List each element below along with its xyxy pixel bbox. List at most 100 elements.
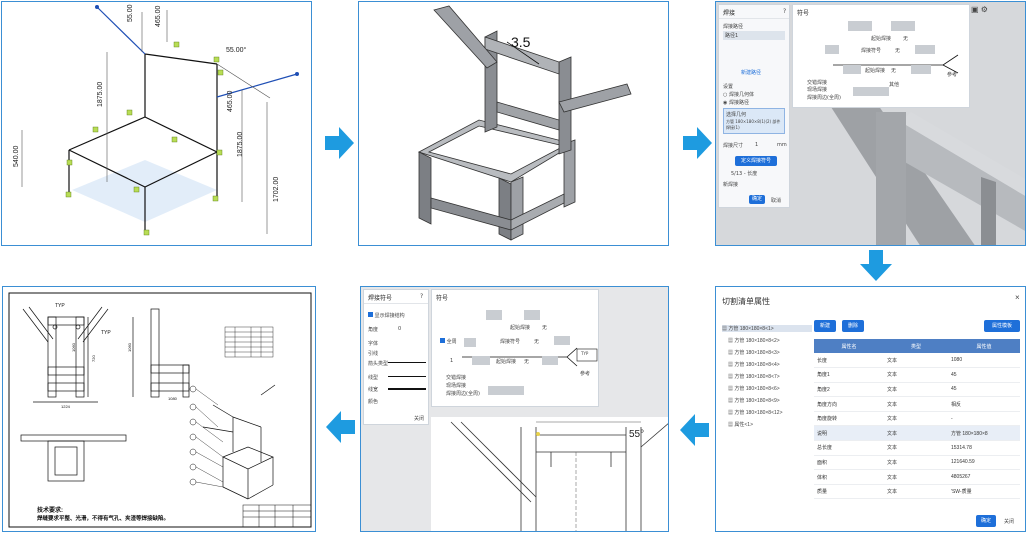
symbol-field[interactable]: [911, 65, 931, 74]
size-value[interactable]: 1: [450, 358, 453, 364]
help-icon[interactable]: ?: [783, 8, 786, 15]
symbol-field[interactable]: [848, 21, 872, 31]
table-row[interactable]: 长度 文本 1080: [814, 353, 1020, 369]
show-structure-checkbox[interactable]: 显示焊接结构: [368, 312, 405, 319]
option-geometry[interactable]: ○ 焊接几何体: [723, 91, 754, 98]
line-style-preview[interactable]: [388, 376, 426, 377]
table-cell[interactable]: 45: [948, 367, 1020, 383]
dim-label[interactable]: 1875.00: [97, 82, 104, 107]
table-row[interactable]: 角度方向 文本 相反: [814, 396, 1020, 412]
table-cell[interactable]: 长度: [814, 353, 884, 369]
table-row[interactable]: 角度2 文本 45: [814, 382, 1020, 398]
tree-item[interactable]: ▦ 方管 180×180×8<2>: [728, 337, 780, 344]
table-row[interactable]: 体积 文本 4805267: [814, 469, 1020, 485]
delete-button[interactable]: 删除: [842, 320, 864, 332]
tree-item[interactable]: ▦ 属性<1>: [728, 421, 753, 428]
dim-label[interactable]: 465.00: [155, 5, 162, 27]
symbol-field[interactable]: [486, 310, 502, 320]
ok-button[interactable]: 确定: [976, 515, 996, 527]
table-cell[interactable]: 15314.78: [948, 440, 1020, 456]
table-cell[interactable]: -: [948, 411, 1020, 427]
new-button[interactable]: 新建: [814, 320, 836, 332]
table-cell[interactable]: 文本: [884, 440, 948, 456]
new-path-link[interactable]: 新建路径: [741, 69, 761, 76]
ok-button[interactable]: 确定: [749, 195, 765, 204]
table-cell[interactable]: 文本: [884, 411, 948, 427]
table-cell[interactable]: 角度旋转: [814, 411, 884, 427]
arm-handle[interactable]: [295, 72, 299, 76]
help-icon[interactable]: ?: [420, 293, 423, 300]
define-weld-symbol-button[interactable]: 定义焊接符号: [735, 156, 777, 166]
tree-item[interactable]: ▦ 方管 180×180×8<7>: [728, 373, 780, 380]
dim-label[interactable]: 1702.00: [273, 177, 280, 202]
selection-box[interactable]: 选择几何 方管 180×180×8(1)(2) 部件焊接(1): [723, 108, 785, 134]
symbol-field[interactable]: [843, 65, 861, 74]
table-cell[interactable]: 体积: [814, 469, 884, 485]
table-cell[interactable]: 方管 180×180×8: [948, 425, 1020, 442]
weld-size-value[interactable]: 1: [755, 142, 758, 148]
table-cell[interactable]: 文本: [884, 353, 948, 369]
arm-handle[interactable]: [95, 5, 99, 9]
option-path[interactable]: ◉ 焊接路径: [723, 99, 749, 106]
option-length[interactable]: 5/13 - 长度: [731, 170, 757, 177]
table-cell[interactable]: 文本: [884, 425, 948, 442]
table-row[interactable]: 面积 文本 121640.59: [814, 455, 1020, 471]
table-cell[interactable]: 角度2: [814, 382, 884, 398]
all-around-checkbox[interactable]: 全周: [440, 338, 457, 345]
dim-label[interactable]: 55.00°: [226, 46, 247, 54]
line-width-preview[interactable]: [388, 388, 426, 390]
table-cell[interactable]: 角度1: [814, 367, 884, 383]
table-cell[interactable]: 总长度: [814, 440, 884, 456]
new-weld-label[interactable]: 新焊接: [723, 181, 738, 188]
tree-item[interactable]: ▦ 方管 180×180×8<1>: [722, 325, 812, 332]
symbol-field[interactable]: [488, 386, 524, 395]
table-row[interactable]: 总长度 文本 15314.78: [814, 440, 1020, 456]
table-cell[interactable]: 45: [948, 382, 1020, 398]
table-cell[interactable]: 相反: [948, 396, 1020, 412]
table-row[interactable]: 角度旋转 文本 -: [814, 411, 1020, 427]
table-cell[interactable]: 说明: [814, 425, 884, 442]
dim-label[interactable]: 540.00: [13, 145, 20, 167]
symbol-field[interactable]: [524, 310, 540, 320]
table-cell[interactable]: 文本: [884, 484, 948, 500]
table-row[interactable]: 角度1 文本 45: [814, 367, 1020, 383]
table-row[interactable]: 说明 文本 方管 180×180×8: [814, 425, 1020, 442]
arrow-style-preview[interactable]: [388, 362, 426, 363]
symbol-field[interactable]: [891, 21, 915, 31]
cancel-button[interactable]: 取消: [771, 197, 781, 204]
symbol-field[interactable]: [554, 336, 570, 345]
symbol-field[interactable]: [472, 356, 490, 365]
dim-label[interactable]: 1875.00: [237, 132, 244, 157]
tree-item[interactable]: ▦ 方管 180×180×8<4>: [728, 361, 780, 368]
dim-label[interactable]: 465.00: [227, 90, 234, 112]
dim-label[interactable]: 55.00: [127, 4, 134, 22]
table-cell[interactable]: 角度方向: [814, 396, 884, 412]
table-cell[interactable]: 文本: [884, 396, 948, 412]
angle-dim[interactable]: 55°: [629, 429, 644, 440]
tree-item[interactable]: ▦ 方管 180×180×8<3>: [728, 349, 780, 356]
path-list-item[interactable]: 路径1: [723, 31, 785, 40]
angle-value[interactable]: 0: [398, 326, 401, 332]
template-button[interactable]: 属性模板: [984, 320, 1020, 332]
table-row[interactable]: 质量 文本 'SW-质量: [814, 484, 1020, 500]
table-cell[interactable]: 'SW-质量: [948, 484, 1020, 500]
table-cell[interactable]: 文本: [884, 382, 948, 398]
table-cell[interactable]: 4805267: [948, 469, 1020, 485]
table-cell[interactable]: 文本: [884, 469, 948, 485]
top-bar: [144, 53, 218, 65]
symbol-field[interactable]: [853, 87, 889, 96]
table-cell[interactable]: 121640.59: [948, 455, 1020, 471]
tree-item[interactable]: ▦ 方管 180×180×8<12>: [728, 409, 783, 416]
weld-size-label[interactable]: 3.5: [511, 34, 531, 50]
table-cell[interactable]: 文本: [884, 367, 948, 383]
table-cell[interactable]: 文本: [884, 455, 948, 471]
close-button[interactable]: 关闭: [414, 415, 424, 422]
table-cell[interactable]: 质量: [814, 484, 884, 500]
table-cell[interactable]: 1080: [948, 353, 1020, 369]
tree-item[interactable]: ▦ 方管 180×180×8<6>: [728, 385, 780, 392]
tree-item[interactable]: ▦ 方管 180×180×8<9>: [728, 397, 780, 404]
table-cell[interactable]: 面积: [814, 455, 884, 471]
close-button[interactable]: 关闭: [1004, 518, 1014, 525]
close-icon[interactable]: ×: [1015, 293, 1020, 302]
symbol-field[interactable]: [542, 356, 558, 365]
